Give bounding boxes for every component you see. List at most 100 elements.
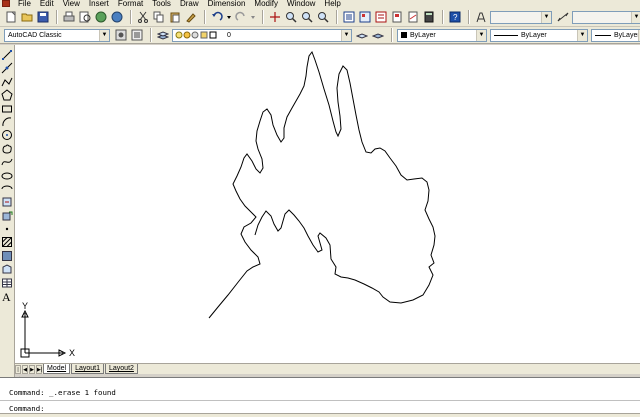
linetype-dropdown[interactable]: ByLayer ▼ bbox=[490, 28, 588, 42]
hatch-icon[interactable] bbox=[1, 236, 13, 248]
last-tab-button[interactable]: ▶| bbox=[36, 364, 42, 374]
tool-palettes-icon[interactable] bbox=[374, 10, 388, 24]
svg-text:?: ? bbox=[453, 13, 458, 22]
menu-tools[interactable]: Tools bbox=[152, 0, 171, 8]
text-style-dropdown[interactable]: ▼ bbox=[490, 10, 552, 24]
menu-dimension[interactable]: Dimension bbox=[208, 0, 246, 8]
spline-icon[interactable] bbox=[1, 156, 13, 168]
layer-properties-icon[interactable] bbox=[156, 28, 170, 42]
first-tab-button[interactable]: |◀ bbox=[15, 364, 21, 382]
circle-icon[interactable] bbox=[1, 129, 13, 141]
polyline-icon[interactable] bbox=[1, 76, 13, 88]
lineweight-dropdown[interactable]: ByLayer ▼ bbox=[591, 28, 640, 42]
ellipse-icon[interactable] bbox=[1, 170, 13, 182]
standard-toolbar: ? ▼ ▼ ▼ bbox=[0, 8, 640, 27]
drawing-canvas[interactable]: Y X bbox=[15, 45, 640, 363]
dimension-style-dropdown[interactable]: ▼ bbox=[572, 10, 640, 24]
open-folder-icon[interactable] bbox=[20, 10, 34, 24]
redo-icon[interactable] bbox=[234, 10, 248, 24]
previous-tab-button[interactable]: ◀ bbox=[22, 364, 28, 374]
menu-file[interactable]: File bbox=[18, 0, 31, 8]
workspace-save-icon[interactable] bbox=[130, 28, 144, 42]
undo-dropdown-icon[interactable] bbox=[226, 10, 232, 24]
markup-manager-icon[interactable] bbox=[406, 10, 420, 24]
drawing-svg: Y X bbox=[20, 50, 436, 358]
menu-help[interactable]: Help bbox=[324, 0, 340, 8]
text-style-icon[interactable] bbox=[474, 10, 488, 24]
match-properties-icon[interactable] bbox=[184, 10, 198, 24]
publish-icon[interactable] bbox=[94, 10, 108, 24]
chevron-down-icon: ▼ bbox=[541, 11, 551, 23]
undo-icon[interactable] bbox=[210, 10, 224, 24]
tab-layout2[interactable]: Layout2 bbox=[105, 364, 138, 374]
redo-dropdown-icon[interactable] bbox=[250, 10, 256, 24]
print-icon[interactable] bbox=[62, 10, 76, 24]
line-icon[interactable] bbox=[1, 49, 13, 61]
arc-icon[interactable] bbox=[1, 116, 13, 128]
menu-edit[interactable]: Edit bbox=[40, 0, 54, 8]
cut-icon[interactable] bbox=[136, 10, 150, 24]
freehand-sketch[interactable] bbox=[208, 50, 436, 319]
plot-preview-icon[interactable] bbox=[78, 10, 92, 24]
new-file-icon[interactable] bbox=[4, 10, 18, 24]
toolbar-separator bbox=[468, 10, 470, 24]
menu-view[interactable]: View bbox=[63, 0, 80, 8]
ucs-icon bbox=[20, 309, 67, 358]
dimension-style-icon[interactable] bbox=[556, 10, 570, 24]
construction-line-icon[interactable] bbox=[1, 62, 13, 74]
insert-block-icon[interactable] bbox=[1, 196, 13, 208]
draw-toolbar: A bbox=[0, 45, 15, 377]
toolbar-separator bbox=[56, 10, 58, 24]
menu-modify[interactable]: Modify bbox=[254, 0, 278, 8]
color-dropdown[interactable]: ByLayer ▼ bbox=[397, 28, 487, 42]
app-menu-icon[interactable] bbox=[2, 0, 10, 7]
rectangle-icon[interactable] bbox=[1, 103, 13, 115]
save-icon[interactable] bbox=[36, 10, 50, 24]
toolbar-separator bbox=[130, 10, 132, 24]
toolbar-separator bbox=[336, 10, 338, 24]
next-tab-button[interactable]: ▶ bbox=[29, 364, 35, 374]
gradient-icon[interactable] bbox=[1, 250, 13, 262]
menu-format[interactable]: Format bbox=[118, 0, 143, 8]
paste-icon[interactable] bbox=[168, 10, 182, 24]
zoom-window-icon[interactable] bbox=[300, 10, 314, 24]
command-separator bbox=[0, 400, 640, 401]
layer-state-icons bbox=[175, 31, 217, 39]
copy-icon[interactable] bbox=[152, 10, 166, 24]
make-object-layer-current-icon[interactable] bbox=[355, 28, 369, 42]
help-icon[interactable]: ? bbox=[448, 10, 462, 24]
command-window[interactable]: Command: _.erase 1 found Command: bbox=[0, 377, 640, 413]
menu-window[interactable]: Window bbox=[287, 0, 315, 8]
lineweight-preview bbox=[595, 34, 611, 36]
design-center-icon[interactable] bbox=[358, 10, 372, 24]
multiline-text-icon[interactable]: A bbox=[1, 290, 13, 302]
calculator-icon[interactable] bbox=[422, 10, 436, 24]
region-icon[interactable] bbox=[1, 263, 13, 275]
properties-icon[interactable] bbox=[342, 10, 356, 24]
layer-dropdown[interactable]: 0 ▼ bbox=[172, 28, 352, 42]
point-icon[interactable] bbox=[1, 223, 13, 235]
pan-icon[interactable] bbox=[268, 10, 282, 24]
command-prompt[interactable]: Command: bbox=[9, 404, 45, 413]
status-bar bbox=[0, 413, 640, 417]
menu-draw[interactable]: Draw bbox=[180, 0, 199, 8]
workspace-dropdown[interactable]: AutoCAD Classic ▼ bbox=[4, 28, 110, 42]
tab-layout1[interactable]: Layout1 bbox=[71, 364, 104, 374]
make-block-icon[interactable] bbox=[1, 210, 13, 222]
workspace-value: AutoCAD Classic bbox=[8, 31, 62, 39]
3d-dwf-icon[interactable] bbox=[110, 10, 124, 24]
sheet-set-manager-icon[interactable] bbox=[390, 10, 404, 24]
ellipse-arc-icon[interactable] bbox=[1, 183, 13, 195]
zoom-previous-icon[interactable] bbox=[316, 10, 330, 24]
tab-model[interactable]: Model bbox=[43, 364, 71, 374]
menu-insert[interactable]: Insert bbox=[89, 0, 109, 8]
zoom-realtime-icon[interactable] bbox=[284, 10, 298, 24]
menu-bar: File Edit View Insert Format Tools Draw … bbox=[0, 0, 640, 8]
table-icon[interactable] bbox=[1, 277, 13, 289]
revision-cloud-icon[interactable] bbox=[1, 143, 13, 155]
workspace-settings-icon[interactable] bbox=[114, 28, 128, 42]
polygon-icon[interactable] bbox=[1, 89, 13, 101]
chevron-down-icon: ▼ bbox=[476, 29, 486, 41]
layer-value: 0 bbox=[227, 31, 231, 39]
layer-previous-icon[interactable] bbox=[371, 28, 385, 42]
